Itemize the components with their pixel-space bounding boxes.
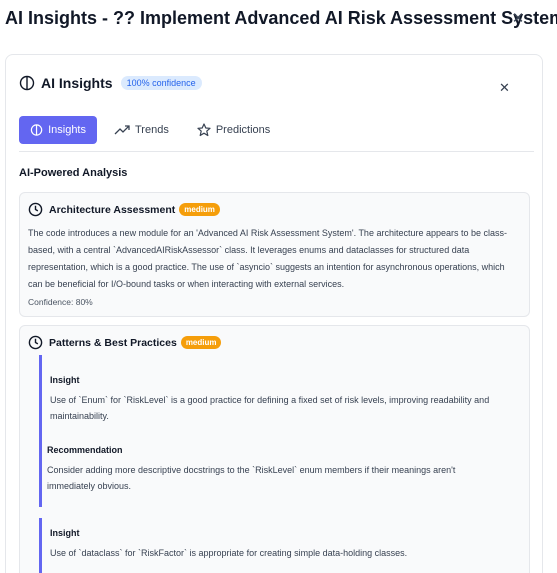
- severity-badge: medium: [180, 336, 222, 349]
- entry-text-line: Consider adding more descriptive docstri…: [47, 465, 456, 475]
- entry-text: Use of `Enum` for `RiskLevel` is a good …: [50, 392, 526, 424]
- dialog-title: AI Insights - ?? Implement Advanced AI R…: [5, 8, 557, 28]
- entry-group: Insight Use of `dataclass` for `RiskFact…: [39, 518, 530, 573]
- entry-type: Recommendation: [47, 445, 123, 455]
- tab-label: Insights: [48, 124, 86, 136]
- brain-icon: [30, 124, 43, 136]
- panel-header: AI Insights 100% confidence: [19, 75, 202, 91]
- patterns-best-practices-card: Patterns & Best Practices medium Insight…: [19, 325, 530, 573]
- card-confidence: Confidence: 80%: [28, 297, 93, 307]
- entry-text: Use of `dataclass` for `RiskFactor` is a…: [50, 545, 526, 561]
- clock-icon: [28, 335, 43, 350]
- recommendation-entry: Recommendation Consider adding more desc…: [39, 435, 530, 501]
- entry-text-line: Use of `dataclass` for `RiskFactor` is a…: [50, 548, 408, 558]
- tab-trends[interactable]: Trends: [103, 116, 180, 144]
- star-icon: [197, 123, 211, 137]
- architecture-assessment-card: Architecture Assessment medium The code …: [19, 192, 530, 317]
- entry-text-line: maintainability.: [50, 411, 109, 421]
- panel-close-icon[interactable]: ✕: [499, 80, 510, 96]
- severity-badge: medium: [179, 203, 220, 216]
- dialog-close-icon[interactable]: ✕: [509, 9, 527, 27]
- brain-icon: [19, 75, 35, 91]
- clock-icon: [28, 202, 43, 217]
- card-title: Architecture Assessment: [49, 203, 176, 216]
- entry-type: Insight: [50, 375, 80, 385]
- tab-predictions[interactable]: Predictions: [186, 116, 281, 144]
- tab-insights[interactable]: Insights: [19, 116, 97, 144]
- card-body-line: can be beneficial for I/O-bound tasks or…: [28, 279, 345, 289]
- panel-title: AI Insights: [41, 75, 113, 91]
- tab-divider: [19, 151, 534, 152]
- tab-label: Predictions: [215, 124, 271, 136]
- section-heading: AI-Powered Analysis: [19, 167, 128, 179]
- card-body-line: representation, which is a good practice…: [28, 262, 505, 272]
- card-body-line: The code introduces a new module for an …: [28, 228, 508, 238]
- trend-line-icon: [114, 125, 130, 135]
- card-header: Patterns & Best Practices medium: [28, 335, 222, 350]
- tab-label: Trends: [135, 124, 169, 136]
- entry-accent-bar: [39, 435, 42, 501]
- card-header: Architecture Assessment medium: [28, 202, 220, 217]
- entry-text-line: Use of `Enum` for `RiskLevel` is a good …: [50, 395, 490, 405]
- ai-insights-panel: AI Insights 100% confidence ✕ Insights T…: [5, 54, 543, 573]
- entry-text: Consider adding more descriptive docstri…: [47, 462, 523, 494]
- tab-bar: Insights Trends Predictions: [19, 116, 281, 144]
- confidence-badge: 100% confidence: [120, 76, 202, 90]
- entry-text-line: immediately obvious.: [47, 481, 132, 491]
- card-body-line: based, with a central `AdvancedAIRiskAss…: [28, 245, 470, 255]
- card-body: The code introduces a new module for an …: [28, 225, 520, 293]
- card-title: Patterns & Best Practices: [49, 336, 177, 349]
- entry-type: Insight: [50, 528, 80, 538]
